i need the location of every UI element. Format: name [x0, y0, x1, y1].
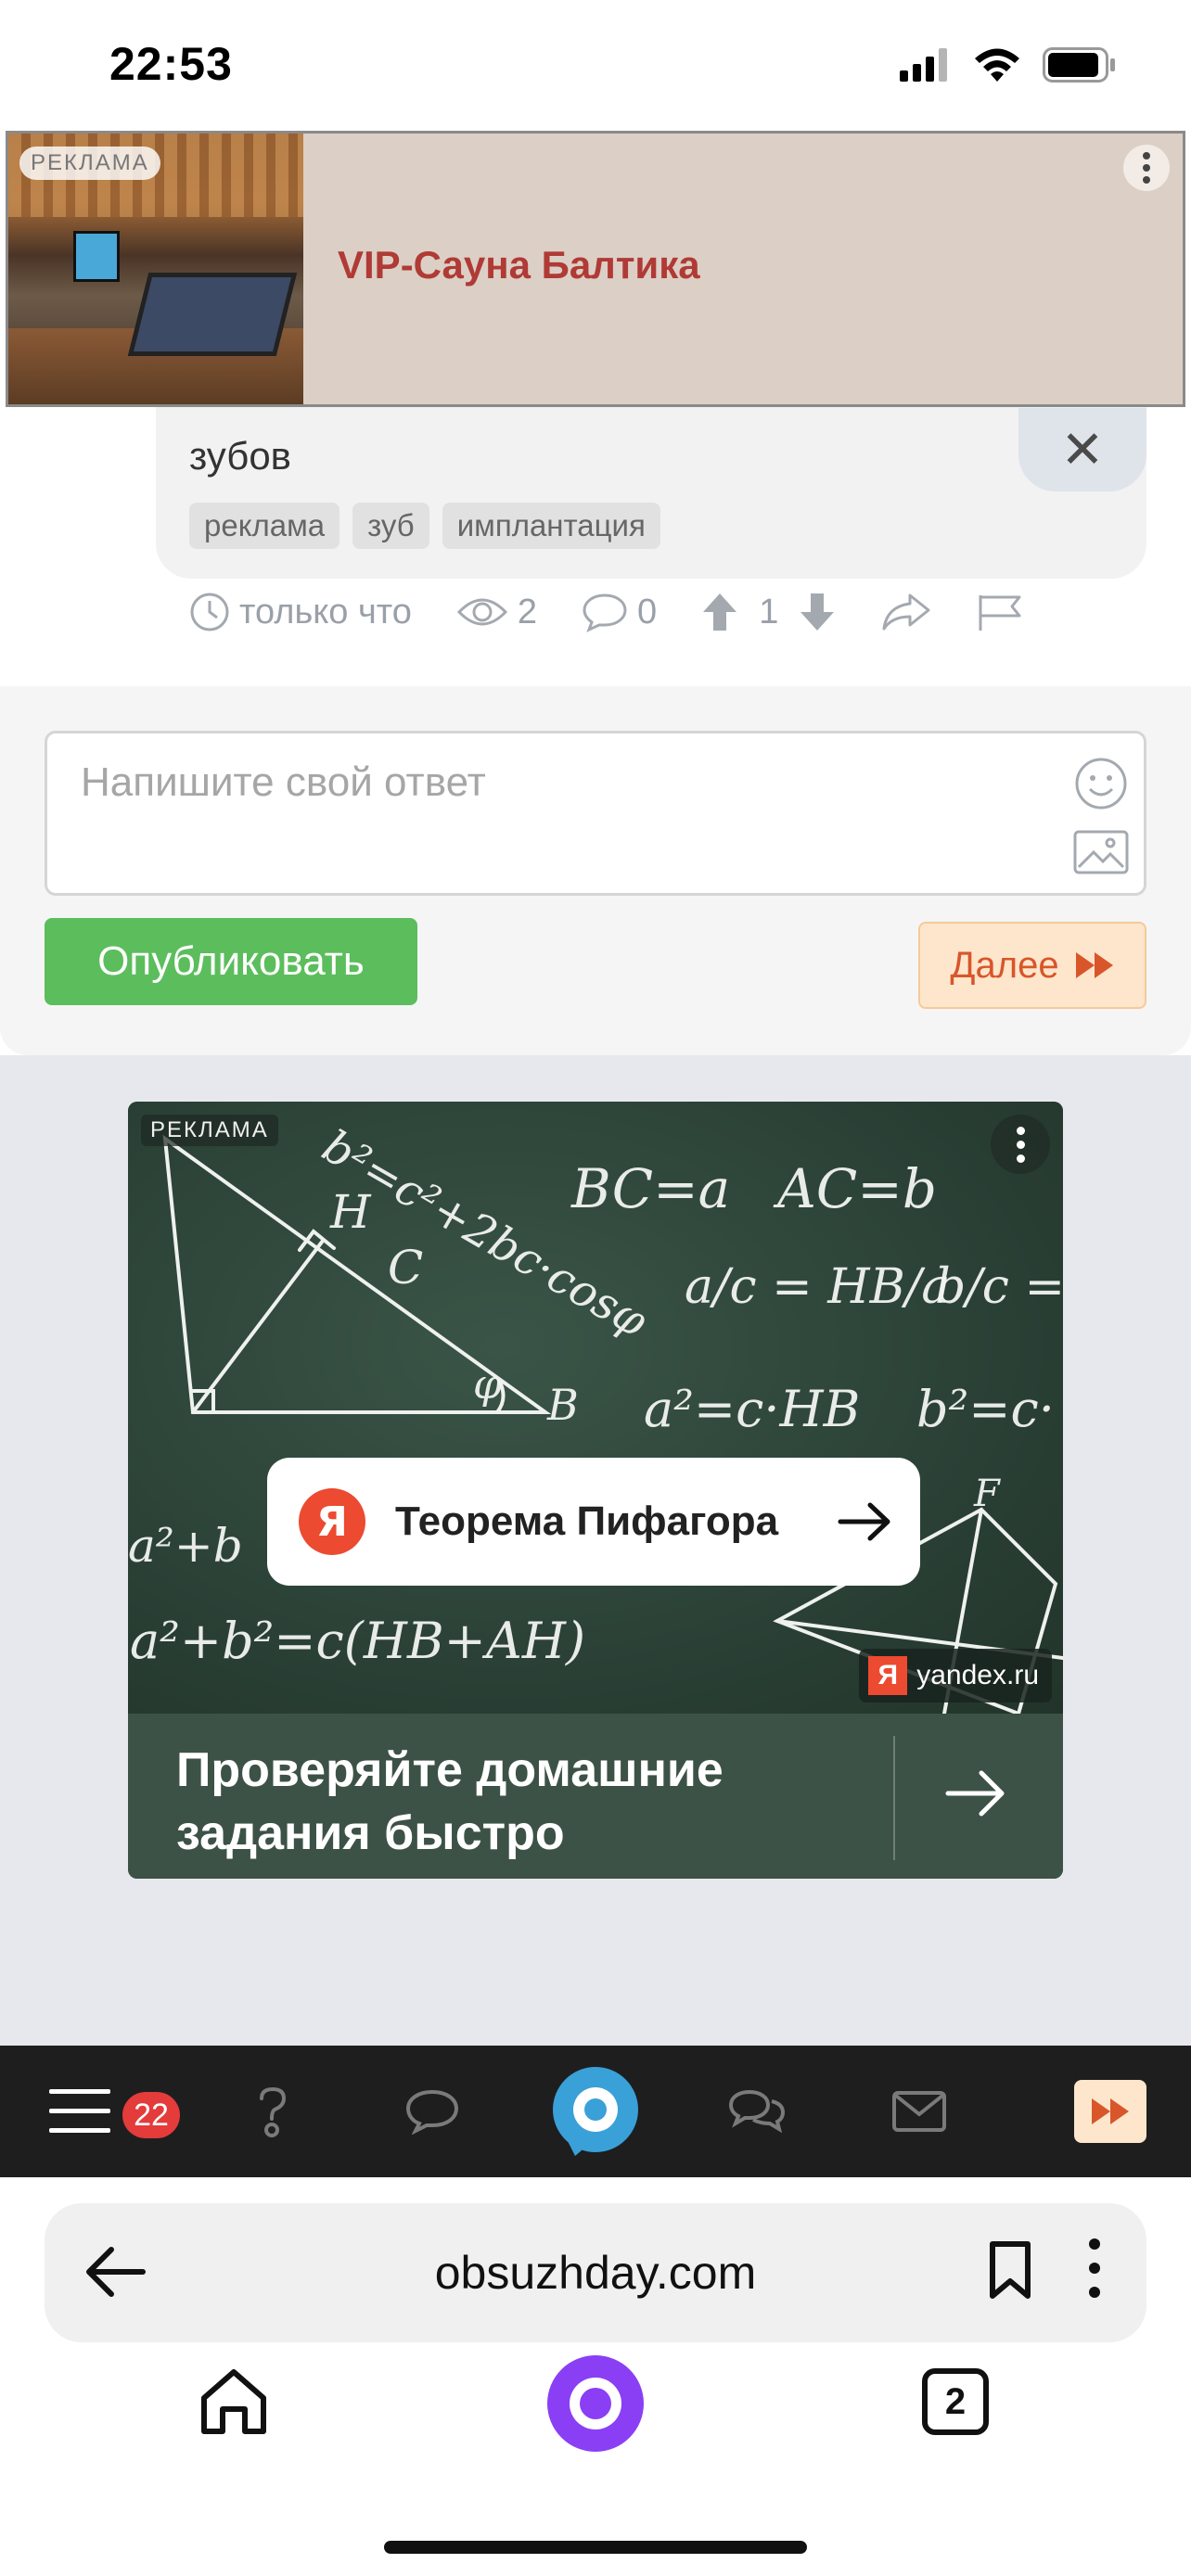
notifications-badge: 22 — [122, 2092, 180, 2138]
ad-menu-icon[interactable] — [991, 1115, 1050, 1174]
next-nav-button[interactable] — [1074, 2046, 1146, 2177]
ad-label: РЕКЛАМА — [19, 147, 160, 180]
comment-icon — [583, 593, 627, 632]
post-card: зубов реклама зуб имплантация ✕ — [156, 389, 1146, 579]
wifi-icon — [975, 48, 1019, 82]
reply-section: Напишите свой ответ Опубликовать Далее — [0, 686, 1191, 1055]
menu-button[interactable] — [45, 2046, 115, 2177]
browser-chrome: obsuzhday.com 2 — [0, 2177, 1191, 2576]
home-icon[interactable] — [197, 2365, 271, 2439]
chat-bubble-icon — [405, 2089, 459, 2135]
arrow-right-icon[interactable] — [944, 1766, 1007, 1821]
post-time-text: только что — [239, 592, 412, 631]
fast-forward-icon — [1075, 952, 1113, 978]
ad-title[interactable]: VIP-Сауна Балтика — [338, 243, 700, 287]
label-phi: φ — [473, 1361, 502, 1409]
reply-placeholder: Напишите свой ответ — [81, 759, 486, 805]
share-button[interactable] — [880, 592, 932, 632]
question-icon — [260, 2086, 287, 2137]
messages-tab[interactable] — [889, 2046, 950, 2177]
fast-forward-icon — [1092, 2098, 1129, 2124]
label-h: H — [330, 1185, 371, 1239]
tabs-button[interactable]: 2 — [918, 2365, 992, 2439]
tag-advertising[interactable]: реклама — [189, 503, 340, 549]
discussions-tab[interactable] — [724, 2046, 790, 2177]
battery-icon — [1043, 47, 1115, 83]
yandex-logo-icon: Я — [299, 1488, 365, 1555]
arrow-right-icon — [838, 1502, 890, 1541]
publish-button[interactable]: Опубликовать — [45, 918, 417, 1005]
home-indicator — [384, 2541, 807, 2554]
label-c: C — [388, 1241, 424, 1294]
views-count: 2 — [517, 592, 538, 631]
status-time: 22:53 — [109, 38, 233, 90]
chalkboard-image: BC=a AC=b a/c = HB/a b/c = a²=c·HB b²=c·… — [128, 1102, 1063, 1714]
formula-ac: AC=b — [777, 1157, 937, 1220]
label-f: F — [974, 1473, 1000, 1515]
formula-a2: a²=c·HB — [644, 1380, 861, 1438]
formula-bc: BC=a — [571, 1157, 731, 1220]
post-tags: реклама зуб имплантация — [189, 503, 660, 549]
tag-tooth[interactable]: зуб — [352, 503, 429, 549]
yandex-logo-small-icon: Я — [868, 1656, 908, 1695]
formula-b2: b²=c· — [916, 1380, 1055, 1438]
ad-label: РЕКЛАМА — [141, 1115, 278, 1146]
questions-tab[interactable] — [243, 2046, 302, 2177]
chat-tab[interactable] — [401, 2046, 464, 2177]
formula-a2b: a²+b — [128, 1519, 243, 1573]
address-bar[interactable]: obsuzhday.com — [45, 2203, 1146, 2342]
search-suggestion[interactable]: Я Теорема Пифагора — [267, 1458, 920, 1586]
vote-controls: 1 — [701, 592, 836, 632]
formula-b-c: b/c = — [935, 1259, 1063, 1315]
tabs-count: 2 — [922, 2368, 989, 2435]
ad-menu-icon[interactable] — [1123, 145, 1170, 191]
home-logo-button[interactable] — [547, 2046, 644, 2177]
next-button-label: Далее — [950, 944, 1059, 986]
post-meta: только что 2 0 1 — [189, 592, 1068, 632]
reply-input[interactable]: Напишите свой ответ — [45, 731, 1146, 896]
url-text[interactable]: obsuzhday.com — [45, 2246, 1146, 2300]
next-button[interactable]: Далее — [918, 922, 1146, 1009]
ad-footer[interactable]: Проверяйте домашние задания быстро — [128, 1714, 1063, 1879]
source-domain: yandex.ru — [916, 1660, 1039, 1690]
envelope-icon — [892, 2091, 946, 2132]
top-ad-banner[interactable]: РЕКЛАМА VIP-Сауна Балтика — [6, 131, 1185, 407]
search-query-text: Теорема Пифагора — [395, 1498, 779, 1544]
flag-icon — [979, 595, 1021, 631]
yandex-ad[interactable]: BC=a AC=b a/c = HB/a b/c = a²=c·HB b²=c·… — [128, 1102, 1063, 1879]
comments-counter[interactable]: 0 — [582, 592, 657, 632]
views-counter: 2 — [456, 593, 537, 632]
status-bar: 22:53 — [0, 0, 1191, 130]
label-b: B — [547, 1380, 579, 1430]
emoji-icon[interactable] — [1073, 756, 1129, 811]
report-button[interactable] — [977, 592, 1023, 632]
chat-bubbles-icon — [728, 2089, 786, 2134]
close-icon: ✕ — [1060, 420, 1105, 478]
comments-count: 0 — [637, 592, 658, 631]
alice-assistant-icon[interactable] — [545, 2353, 646, 2454]
site-logo-icon — [553, 2067, 638, 2156]
eye-icon — [456, 598, 507, 626]
votes-count: 1 — [759, 592, 779, 631]
image-upload-icon[interactable] — [1073, 830, 1129, 874]
clock-icon — [190, 593, 229, 631]
source-badge: Я yandex.ru — [859, 1649, 1052, 1702]
share-icon — [882, 593, 930, 631]
more-options-icon[interactable] — [1089, 2238, 1100, 2298]
ad-headline: Проверяйте домашние задания быстро — [176, 1743, 724, 1860]
divider — [893, 1736, 895, 1860]
app-nav-bar: 22 — [0, 2046, 1191, 2177]
cellular-signal-icon — [900, 48, 947, 82]
status-icons — [900, 46, 1117, 83]
tag-implant[interactable]: имплантация — [442, 503, 660, 549]
formula-sum: a²+b²=c(HB+AH) — [130, 1612, 586, 1670]
close-button[interactable]: ✕ — [1018, 408, 1146, 491]
post-text: зубов — [189, 434, 291, 478]
downvote-arrow-icon[interactable] — [799, 592, 836, 632]
formula-a-c: a/c = HB/a — [685, 1259, 951, 1315]
bookmark-icon[interactable] — [987, 2240, 1033, 2302]
upvote-arrow-icon[interactable] — [701, 592, 738, 632]
post-time: только что — [189, 592, 412, 632]
hamburger-menu-icon — [49, 2089, 110, 2133]
